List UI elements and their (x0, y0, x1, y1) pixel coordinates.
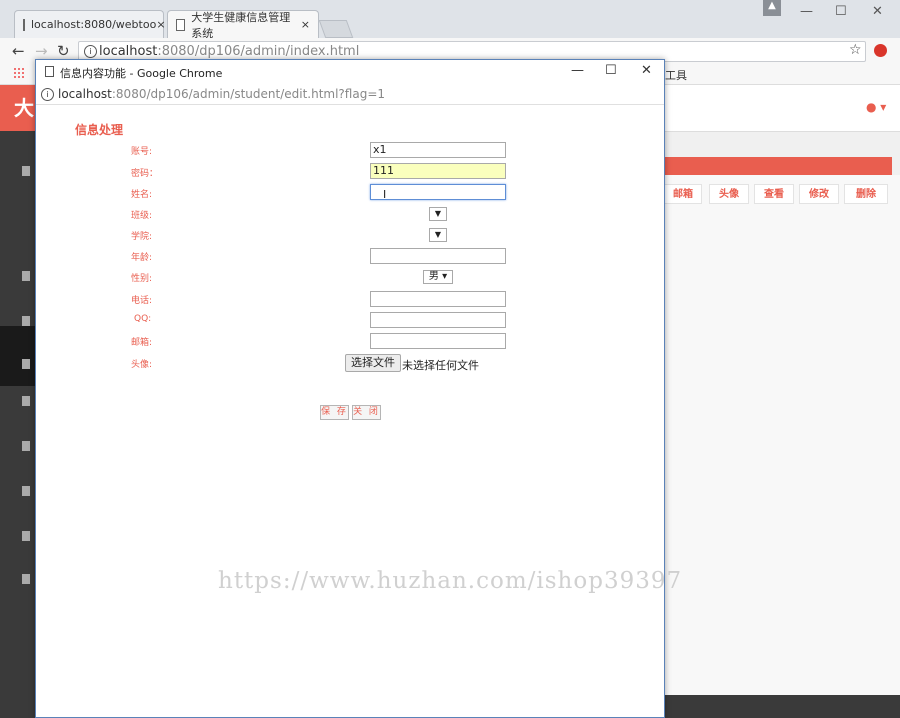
popup-titlebar: 信息内容功能 - Google Chrome — ☐ ✕ (36, 60, 664, 84)
page-icon (176, 18, 186, 31)
admin-content (664, 175, 900, 695)
sidebar-file-icon[interactable] (22, 574, 30, 584)
admin-header (664, 85, 900, 132)
popup-address-bar: i localhost:8080/dp106/admin/student/edi… (36, 84, 664, 105)
th-email: 邮箱 (664, 184, 702, 204)
sidebar-file-icon[interactable] (22, 396, 30, 406)
new-tab-button[interactable] (318, 20, 354, 38)
file-status: 未选择任何文件 (402, 359, 479, 372)
back-icon[interactable]: ← (12, 42, 25, 60)
profile-icon[interactable]: ▲ (763, 0, 781, 16)
phone-input[interactable] (370, 291, 506, 307)
bookmark-star-icon[interactable]: ☆ (849, 42, 862, 58)
admin-sidebar (0, 131, 36, 718)
popup-minimize-icon[interactable]: — (571, 63, 584, 78)
url-path: :8080/dp106/admin/index.html (157, 44, 360, 59)
sidebar-active-section (0, 326, 36, 386)
form-heading: 信息处理 (75, 123, 124, 137)
tab-health-system[interactable]: 大学生健康信息管理系统 × (167, 10, 319, 40)
avatar-label: 头像: (131, 360, 153, 370)
gender-select[interactable]: 男 ▾ (423, 270, 453, 284)
sidebar-file-icon[interactable] (22, 316, 30, 326)
text-cursor-icon: I (383, 188, 387, 201)
qq-label: QQ: (134, 314, 152, 324)
reload-icon[interactable]: ↻ (57, 42, 70, 60)
sidebar-file-icon[interactable] (22, 486, 30, 496)
tab-title: localhost:8080/webtoo (31, 18, 157, 31)
user-menu-icon[interactable]: ● ▾ (866, 100, 886, 114)
close-button[interactable]: 关 闭 (352, 405, 381, 420)
sidebar-file-icon[interactable] (22, 531, 30, 541)
college-select[interactable]: ▼ (429, 228, 447, 242)
save-button[interactable]: 保 存 (320, 405, 349, 420)
popup-maximize-icon[interactable]: ☐ (605, 63, 617, 78)
url-host: localhost (99, 44, 158, 59)
popup-close-icon[interactable]: ✕ (641, 63, 652, 78)
sidebar-file-icon[interactable] (22, 441, 30, 451)
age-input[interactable] (370, 248, 506, 264)
tab-close-icon[interactable]: × (301, 18, 310, 31)
extension-icon[interactable] (874, 44, 887, 57)
popup-window: 信息内容功能 - Google Chrome — ☐ ✕ i localhost… (35, 59, 665, 718)
minimize-icon[interactable]: — (800, 4, 813, 19)
email-label: 邮箱: (131, 338, 153, 348)
maximize-icon[interactable]: ☐ (835, 4, 847, 19)
table-title-bar (664, 157, 892, 175)
close-icon[interactable]: ✕ (872, 4, 883, 19)
name-label: 姓名: (131, 190, 153, 200)
gender-value: 男 (428, 271, 439, 282)
th-edit: 修改 (799, 184, 839, 204)
password-input[interactable]: 111 (370, 163, 506, 179)
sidebar-file-icon[interactable] (22, 166, 30, 176)
class-label: 班级: (131, 211, 153, 221)
watermark: https://www.huzhan.com/ishop39397 (218, 568, 683, 594)
apps-icon[interactable] (13, 67, 25, 79)
name-input[interactable] (370, 184, 506, 200)
admin-footer (664, 695, 900, 718)
tab-title: 大学生健康信息管理系统 (191, 10, 291, 40)
password-label: 密码： (131, 169, 159, 179)
choose-file-button[interactable]: 选择文件 (345, 354, 401, 372)
sidebar-file-icon[interactable] (22, 271, 30, 281)
info-icon[interactable]: i (84, 45, 97, 58)
popup-title: 信息内容功能 - Google Chrome (60, 67, 223, 80)
th-avatar: 头像 (709, 184, 749, 204)
table-header: 邮箱 头像 查看 修改 删除 (664, 184, 892, 204)
th-view: 查看 (754, 184, 794, 204)
page-icon (45, 66, 54, 77)
forward-icon[interactable]: → (35, 42, 48, 60)
account-input[interactable]: x1 (370, 142, 506, 158)
tab-webtoo[interactable]: localhost:8080/webtoo × (14, 10, 166, 38)
age-label: 年龄: (131, 253, 153, 263)
college-label: 学院: (131, 232, 153, 242)
phone-label: 电话: (131, 296, 153, 306)
qq-input[interactable] (370, 312, 506, 328)
info-icon[interactable]: i (41, 88, 54, 101)
th-delete: 删除 (844, 184, 888, 204)
page-icon (23, 18, 25, 31)
admin-logo: 大 (0, 85, 36, 131)
gender-label: 性别: (131, 274, 153, 284)
bookmark-item[interactable]: 工具 (665, 67, 687, 83)
tab-strip: localhost:8080/webtoo × 大学生健康信息管理系统 × ▲ … (0, 0, 900, 40)
class-select[interactable]: ▼ (429, 207, 447, 221)
tab-close-icon[interactable]: × (156, 18, 165, 31)
email-input[interactable] (370, 333, 506, 349)
account-label: 账号: (131, 147, 153, 157)
url-host: localhost (58, 87, 112, 101)
sidebar-file-icon[interactable] (22, 359, 30, 369)
url-path: :8080/dp106/admin/student/edit.html?flag… (111, 87, 386, 101)
